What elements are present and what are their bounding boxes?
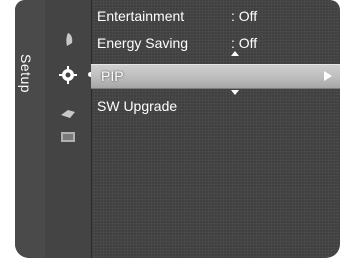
menu-item-sw-upgrade[interactable]: SW Upgrade [91, 97, 340, 115]
menu-tab-bar: Setup [15, 0, 46, 258]
category-icon-column [45, 0, 92, 258]
scroll-up-arrow-icon [231, 51, 239, 56]
menu-item-label: PIP [101, 68, 124, 84]
setup-gear-icon[interactable] [57, 65, 79, 85]
menu-item-label: Entertainment [97, 8, 185, 24]
menu-item-entertainment[interactable]: Entertainment : Off [91, 7, 340, 25]
setup-menu-list: Entertainment : Off Energy Saving : Off … [88, 0, 340, 258]
menu-item-label: Energy Saving [97, 35, 189, 51]
tv-setup-menu: Setup Entertainment : Off Energy Saving … [15, 0, 340, 258]
menu-item-value: : Off [231, 8, 258, 24]
input-icon[interactable] [57, 103, 79, 123]
menu-item-energy-saving[interactable]: Energy Saving : Off [91, 34, 340, 52]
menu-item-value: : Off [231, 35, 258, 51]
setup-tab-label: Setup [18, 54, 34, 94]
scroll-down-arrow-icon [231, 90, 239, 95]
menu-item-pip[interactable]: PIP [91, 64, 340, 89]
picture-icon[interactable] [57, 30, 79, 50]
submenu-arrow-icon [324, 71, 332, 81]
support-icon[interactable] [57, 127, 79, 147]
menu-item-label: SW Upgrade [97, 98, 178, 114]
